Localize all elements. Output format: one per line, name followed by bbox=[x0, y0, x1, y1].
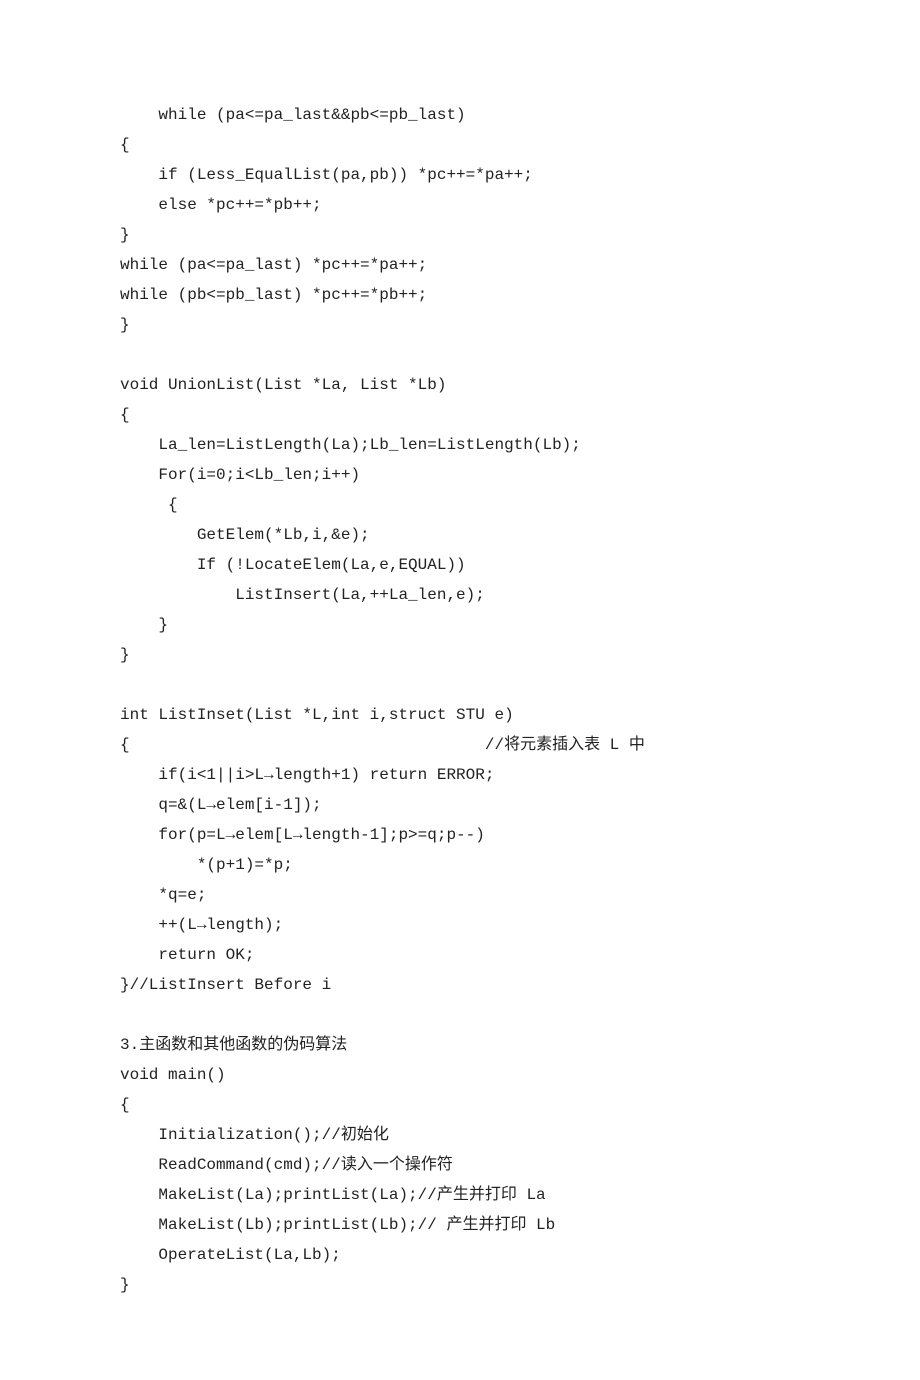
code-line: For(i=0;i<Lb_len;i++) bbox=[120, 460, 800, 490]
code-line: else *pc++=*pb++; bbox=[120, 190, 800, 220]
code-line: } bbox=[120, 220, 800, 250]
code-line: ListInsert(La,++La_len,e); bbox=[120, 580, 800, 610]
code-line: for(p=L→elem[L→length-1];p>=q;p--) bbox=[120, 820, 800, 850]
code-line: void UnionList(List *La, List *Lb) bbox=[120, 370, 800, 400]
code-line: }//ListInsert Before i bbox=[120, 970, 800, 1000]
code-line: while (pa<=pa_last) *pc++=*pa++; bbox=[120, 250, 800, 280]
blank-line bbox=[120, 670, 800, 700]
code-line: La_len=ListLength(La);Lb_len=ListLength(… bbox=[120, 430, 800, 460]
code-line: Initialization();//初始化 bbox=[120, 1120, 800, 1150]
code-line: void main() bbox=[120, 1060, 800, 1090]
code-line: } bbox=[120, 640, 800, 670]
code-line: ReadCommand(cmd);//读入一个操作符 bbox=[120, 1150, 800, 1180]
document-page: while (pa<=pa_last&&pb<=pb_last) { if (L… bbox=[0, 0, 920, 1380]
code-line: GetElem(*Lb,i,&e); bbox=[120, 520, 800, 550]
code-line: ++(L→length); bbox=[120, 910, 800, 940]
code-line: *q=e; bbox=[120, 880, 800, 910]
code-line: int ListInset(List *L,int i,struct STU e… bbox=[120, 700, 800, 730]
section-heading: 3.主函数和其他函数的伪码算法 bbox=[120, 1030, 800, 1060]
blank-line bbox=[120, 340, 800, 370]
code-line: q=&(L→elem[i-1]); bbox=[120, 790, 800, 820]
code-line: { bbox=[120, 490, 800, 520]
code-line: MakeList(La);printList(La);//产生并打印 La bbox=[120, 1180, 800, 1210]
code-line: { bbox=[120, 400, 800, 430]
code-line: if (Less_EqualList(pa,pb)) *pc++=*pa++; bbox=[120, 160, 800, 190]
code-line: while (pa<=pa_last&&pb<=pb_last) bbox=[120, 100, 800, 130]
blank-line bbox=[120, 1000, 800, 1030]
code-line: MakeList(Lb);printList(Lb);// 产生并打印 Lb bbox=[120, 1210, 800, 1240]
code-line: if(i<1||i>L→length+1) return ERROR; bbox=[120, 760, 800, 790]
code-line: } bbox=[120, 1270, 800, 1300]
code-line: } bbox=[120, 610, 800, 640]
code-line: If (!LocateElem(La,e,EQUAL)) bbox=[120, 550, 800, 580]
code-line: return OK; bbox=[120, 940, 800, 970]
code-line: { //将元素插入表 L 中 bbox=[120, 730, 800, 760]
code-line: } bbox=[120, 310, 800, 340]
code-line: { bbox=[120, 130, 800, 160]
code-line: OperateList(La,Lb); bbox=[120, 1240, 800, 1270]
code-line: *(p+1)=*p; bbox=[120, 850, 800, 880]
code-line: { bbox=[120, 1090, 800, 1120]
code-line: while (pb<=pb_last) *pc++=*pb++; bbox=[120, 280, 800, 310]
